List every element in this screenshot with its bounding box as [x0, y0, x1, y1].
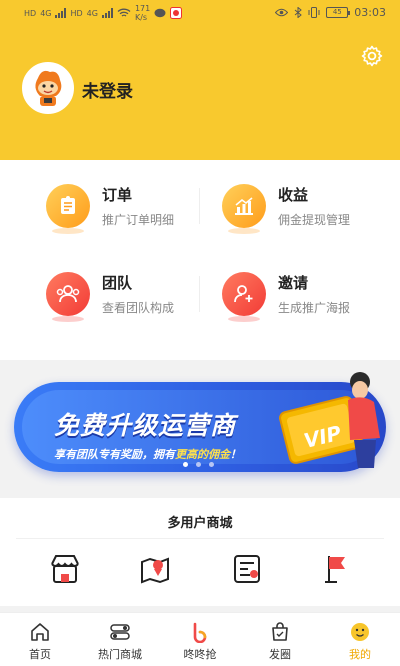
network-speed: 171 K/s: [134, 4, 151, 22]
pagination-dot[interactable]: [183, 462, 188, 467]
menu-item-title: 收益: [278, 186, 309, 204]
banner-pagination: [183, 462, 214, 467]
signal2-icon: [101, 8, 113, 18]
shop-icon[interactable]: [48, 552, 82, 586]
tab-label: 咚咚抢: [183, 648, 217, 661]
menu-item-subtitle: 佣金提现管理: [278, 213, 351, 227]
tab-label: 首页: [29, 648, 51, 661]
sim2-label: HD: [70, 8, 83, 18]
promo-banner-area: 免费升级运营商 享有团队专有奖励，拥有更高的佣金！ VIP: [0, 360, 400, 492]
status-bar: HD 4G HD 4G 171 K/s 45 03:03: [0, 0, 400, 28]
function-menu: 订单 推广订单明细 收益 佣金提现管理 团队 查看团队构成 邀请 生成推广海报: [0, 160, 400, 413]
sim1-label: HD: [24, 8, 37, 18]
banner-title: 免费升级运营商: [54, 411, 237, 440]
upgrade-banner[interactable]: 免费升级运营商 享有团队专有奖励，拥有更高的佣金！ VIP: [14, 372, 386, 472]
multi-user-mall-section: 多用户商城: [0, 498, 400, 606]
menu-item-title: 团队: [102, 274, 133, 292]
network1-label: 4G: [40, 8, 52, 18]
menu-item-orders[interactable]: 订单 推广订单明细: [46, 184, 175, 234]
vip-card-illustration: VIP: [279, 372, 380, 468]
tab-moments[interactable]: 发圈: [240, 613, 320, 666]
banner-subtitle: 享有团队专有奖励，拥有更高的佣金！: [54, 448, 241, 461]
order-icon: [46, 184, 90, 234]
wifi-icon: [117, 8, 131, 17]
team-icon: [46, 272, 90, 322]
signal-icon: [55, 8, 67, 18]
menu-item-earnings[interactable]: 收益 佣金提现管理: [222, 184, 351, 234]
pagination-dot[interactable]: [209, 462, 214, 467]
tab-label: 热门商城: [98, 648, 142, 661]
menu-item-invite[interactable]: 邀请 生成推广海报: [222, 272, 351, 322]
menu-item-subtitle: 生成推广海报: [278, 301, 351, 315]
mall-section-title: 多用户商城: [167, 516, 233, 531]
divider: [16, 538, 384, 539]
location-icon[interactable]: [138, 552, 172, 586]
flag-icon[interactable]: [320, 552, 354, 586]
tab-label: 我的: [349, 648, 371, 661]
vibrate-icon: [308, 7, 320, 18]
divider: [199, 188, 200, 224]
message-icon: [154, 8, 166, 17]
network2-label: 4G: [86, 8, 98, 18]
home-icon: [31, 623, 49, 641]
menu-item-team[interactable]: 团队 查看团队构成: [46, 272, 175, 322]
status-time: 03:03: [354, 6, 386, 19]
login-status-label[interactable]: 未登录: [82, 77, 133, 102]
smile-icon: [351, 623, 369, 641]
toggle-icon: [110, 624, 130, 640]
eye-icon: [275, 8, 289, 17]
profile-header: HD 4G HD 4G 171 K/s 45 03:03 未登录: [0, 0, 400, 160]
bag-icon: [272, 622, 288, 641]
list-icon[interactable]: [230, 552, 264, 586]
b-logo-icon: [193, 622, 207, 643]
pagination-dot[interactable]: [196, 462, 201, 467]
tab-mine[interactable]: 我的: [320, 613, 400, 666]
tab-flash-sale[interactable]: 咚咚抢: [160, 613, 240, 666]
menu-item-subtitle: 查看团队构成: [102, 301, 175, 315]
settings-gear-icon[interactable]: [360, 44, 384, 68]
divider: [199, 276, 200, 312]
mascot-icon: [24, 64, 72, 112]
app-notification-icon: [170, 7, 183, 19]
bluetooth-icon: [294, 7, 303, 18]
tab-home[interactable]: 首页: [0, 613, 80, 666]
tab-label: 发圈: [269, 648, 291, 661]
tab-hot-mall[interactable]: 热门商城: [80, 613, 160, 666]
battery-icon: 45: [326, 7, 351, 18]
bottom-tab-bar: 首页 热门商城 咚咚抢 发圈 我的: [0, 612, 400, 666]
earnings-icon: [222, 184, 266, 234]
menu-item-title: 订单: [102, 186, 133, 204]
menu-item-title: 邀请: [278, 274, 309, 292]
avatar[interactable]: [22, 62, 74, 114]
invite-icon: [222, 272, 266, 322]
menu-item-subtitle: 推广订单明细: [102, 213, 175, 227]
